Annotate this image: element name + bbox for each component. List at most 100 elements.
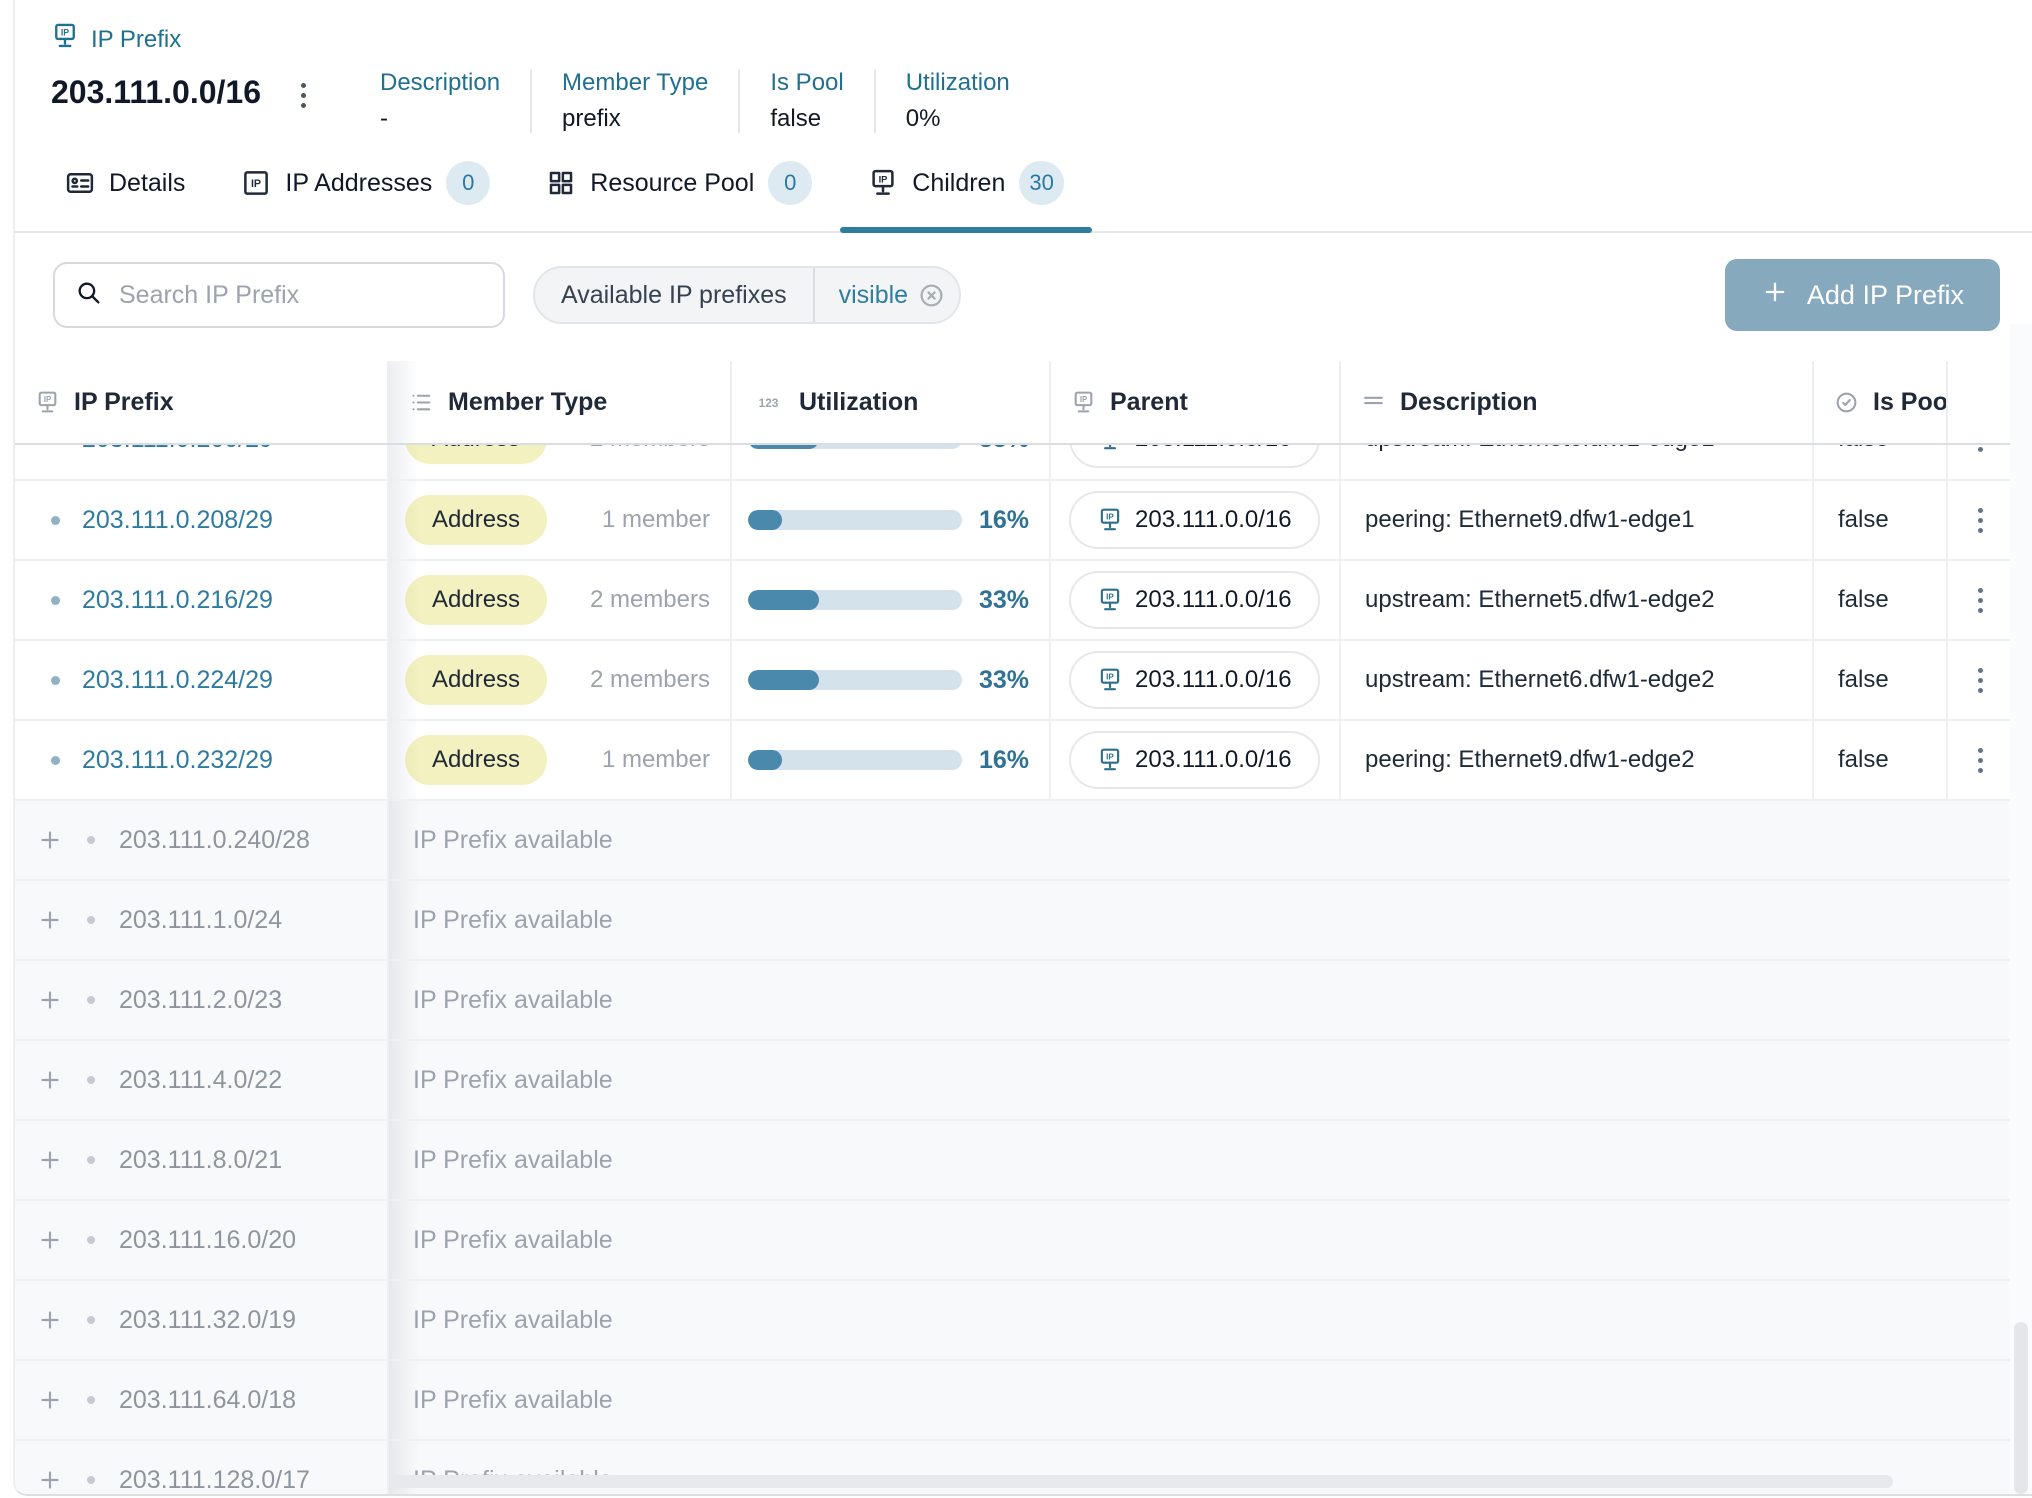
remove-filter-icon[interactable]: [918, 282, 945, 309]
is-pool-cell: false: [1812, 721, 1946, 799]
column-header-description[interactable]: Description: [1339, 361, 1812, 443]
column-label: Utilization: [799, 388, 918, 417]
horizontal-scrollbar-thumb[interactable]: [391, 1475, 1893, 1488]
actions-cell: [1946, 721, 2012, 799]
parent-chip[interactable]: IP203.111.0.0/16: [1069, 491, 1320, 549]
search-box[interactable]: [53, 262, 505, 328]
network-icon: IP: [868, 168, 898, 198]
status-dot: [87, 1316, 95, 1324]
utilization-label: 16%: [979, 506, 1029, 535]
description-cell: upstream: Ethernet6.dfw1-edge1: [1339, 445, 1812, 479]
available-label-cell: IP Prefix available: [387, 961, 2032, 1039]
available-label-cell: IP Prefix available: [387, 801, 2032, 879]
available-prefix-row: 203.111.4.0/22IP Prefix available: [15, 1041, 2032, 1121]
column-header-parent[interactable]: IPParent: [1049, 361, 1339, 443]
description-cell: upstream: Ethernet6.dfw1-edge2: [1339, 641, 1812, 719]
available-label-cell: IP Prefix available: [387, 1041, 2032, 1119]
prefix-cell: 203.111.0.216/29: [15, 561, 387, 639]
prefix-cell: 203.111.2.0/23: [15, 961, 387, 1039]
column-header-member-type[interactable]: Member Type: [387, 361, 730, 443]
vertical-scrollbar-thumb[interactable]: [2014, 1322, 2028, 1494]
svg-text:IP: IP: [1106, 512, 1114, 521]
parent-chip[interactable]: IP203.111.0.0/16: [1069, 731, 1320, 789]
tab-details[interactable]: Details: [37, 161, 213, 231]
prefix-cell: 203.111.32.0/19: [15, 1281, 387, 1359]
available-prefix-label: 203.111.64.0/18: [119, 1386, 296, 1415]
actions-cell: [1946, 445, 2012, 479]
search-input[interactable]: [119, 281, 483, 310]
utilization-bar: [748, 750, 962, 770]
is-pool-cell: false: [1812, 641, 1946, 719]
object-header: IP IP Prefix 203.111.0.0/16 Description-…: [15, 0, 2032, 133]
expand-plus-button[interactable]: [37, 1387, 63, 1413]
table-row: 203.111.0.208/29Address1 member16%IP203.…: [15, 481, 2032, 561]
prefix-link[interactable]: 203.111.0.208/29: [82, 506, 273, 535]
vertical-scrollbar: [2010, 324, 2032, 1494]
row-menu-button[interactable]: [1970, 740, 1991, 781]
parent-chip[interactable]: IP203.111.0.0/16: [1069, 445, 1320, 468]
tab-resource-pool[interactable]: Resource Pool0: [518, 161, 840, 231]
available-prefix-label: 203.111.128.0/17: [119, 1466, 310, 1495]
svg-text:IP: IP: [61, 27, 69, 37]
number-123-icon: 123: [752, 390, 785, 415]
stat-value: false: [770, 105, 843, 133]
prefix-link[interactable]: 203.111.0.216/29: [82, 586, 273, 615]
utilization-label: 33%: [979, 666, 1029, 695]
tab-count-badge: 0: [768, 161, 812, 205]
filter-chip[interactable]: Available IP prefixes visible: [533, 266, 961, 324]
member-type-badge: Address: [405, 445, 547, 464]
ip-prefix-icon: IP: [51, 22, 79, 57]
status-dot: [51, 756, 60, 765]
is-pool-cell: false: [1812, 445, 1946, 479]
row-menu-button[interactable]: [1970, 660, 1991, 701]
add-ip-prefix-button[interactable]: Add IP Prefix: [1725, 259, 2000, 331]
parent-chip[interactable]: IP203.111.0.0/16: [1069, 571, 1320, 629]
tab-count-badge: 30: [1019, 161, 1063, 205]
member-type-cell: Address2 members: [387, 561, 730, 639]
column-header-utilization[interactable]: 123 Utilization: [730, 361, 1049, 443]
description-cell: peering: Ethernet9.dfw1-edge2: [1339, 721, 1812, 799]
prefix-cell: 203.111.16.0/20: [15, 1201, 387, 1279]
plus-icon: [1761, 278, 1789, 313]
prefix-link[interactable]: 203.111.0.232/29: [82, 746, 273, 775]
row-menu-button[interactable]: [1970, 580, 1991, 621]
stat-value: prefix: [562, 105, 708, 133]
member-type-badge: Address: [405, 575, 547, 625]
tab-ip-addresses[interactable]: IPIP Addresses0: [213, 161, 518, 231]
prefix-cell: 203.111.64.0/18: [15, 1361, 387, 1439]
member-count: 2 members: [590, 666, 710, 694]
prefix-link[interactable]: 203.111.0.200/29: [82, 445, 273, 454]
available-prefix-label: 203.111.8.0/21: [119, 1146, 282, 1175]
expand-plus-button[interactable]: [37, 987, 63, 1013]
available-prefix-label: 203.111.32.0/19: [119, 1306, 296, 1335]
parent-chip[interactable]: IP203.111.0.0/16: [1069, 651, 1320, 709]
available-prefix-label: 203.111.2.0/23: [119, 986, 282, 1015]
utilization-cell: 16%: [730, 721, 1049, 799]
expand-plus-button[interactable]: [37, 827, 63, 853]
expand-plus-button[interactable]: [37, 1467, 63, 1493]
member-type-cell: Address2 members: [387, 445, 730, 479]
id-card-icon: [65, 168, 95, 198]
available-prefix-row: 203.111.0.240/28IP Prefix available: [15, 801, 2032, 881]
breadcrumb[interactable]: IP IP Prefix: [51, 22, 181, 57]
expand-plus-button[interactable]: [37, 1307, 63, 1333]
status-dot: [87, 1236, 95, 1244]
table-header-row: IPIP PrefixMember Type 123 Utilization IPPa…: [15, 361, 2032, 445]
tab-label: Children: [912, 169, 1005, 198]
ip-prefix-icon: IP: [1097, 445, 1123, 452]
parent-cell: IP203.111.0.0/16: [1049, 561, 1339, 639]
expand-plus-button[interactable]: [37, 907, 63, 933]
column-header-is-pool[interactable]: Is Pool: [1812, 361, 1946, 443]
available-prefix-row: 203.111.2.0/23 IP Prefix available: [15, 961, 2032, 1041]
column-header-ip-prefix[interactable]: IPIP Prefix: [15, 361, 387, 443]
prefix-link[interactable]: 203.111.0.224/29: [82, 666, 273, 695]
expand-plus-button[interactable]: [37, 1227, 63, 1253]
title-menu-button[interactable]: [301, 83, 306, 108]
available-label-cell: IP Prefix available: [387, 1201, 2032, 1279]
expand-plus-button[interactable]: [37, 1067, 63, 1093]
status-dot: [51, 516, 60, 525]
row-menu-button[interactable]: [1970, 500, 1991, 541]
tab-children[interactable]: IP Children 30: [840, 161, 1092, 231]
expand-plus-button[interactable]: [37, 1147, 63, 1173]
row-menu-button[interactable]: [1970, 445, 1991, 460]
